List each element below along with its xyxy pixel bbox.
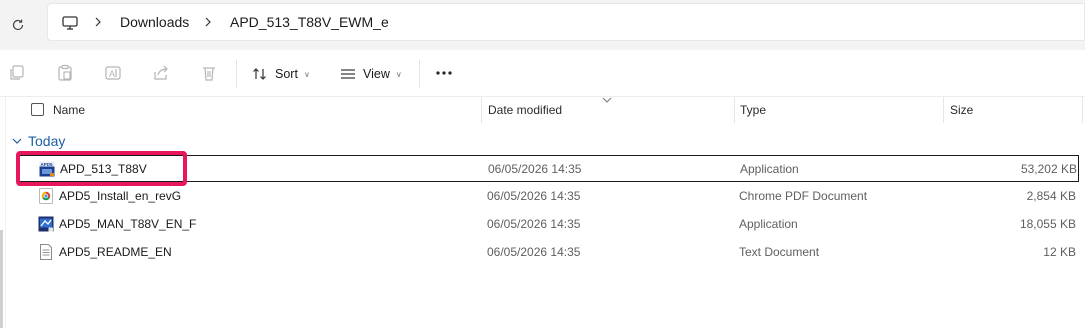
group-header-today[interactable]: Today xyxy=(11,130,65,152)
file-size: 12 KB xyxy=(1043,245,1076,259)
file-explorer-window: Downloads APD_513_T88V_EWM_e A Sort ∨ Vi… xyxy=(0,0,1085,328)
chrome-pdf-icon xyxy=(39,188,53,204)
command-toolbar: A Sort ∨ View ∨ xyxy=(0,50,1085,97)
file-type: Application xyxy=(740,162,799,176)
svg-text:A: A xyxy=(109,69,115,79)
share-icon[interactable] xyxy=(152,64,170,82)
pane-divider xyxy=(5,97,6,328)
sort-indicator-icon xyxy=(602,97,612,103)
select-all-checkbox[interactable] xyxy=(31,103,44,116)
file-date-modified: 06/05/2026 14:35 xyxy=(487,217,581,231)
file-row-apd5-install[interactable]: APD5_Install_en_revG 06/05/2026 14:35 Ch… xyxy=(16,183,1079,210)
file-size: 53,202 KB xyxy=(1020,162,1077,176)
address-row: Downloads APD_513_T88V_EWM_e xyxy=(0,0,1085,50)
highlight-annotation xyxy=(16,151,187,186)
text-document-icon xyxy=(40,244,52,260)
column-type[interactable]: Type xyxy=(740,97,766,123)
chevron-right-icon[interactable] xyxy=(91,15,105,29)
more-options-icon xyxy=(436,71,452,75)
this-pc-icon[interactable] xyxy=(61,14,79,32)
file-name: APD5_Install_en_revG xyxy=(59,189,182,203)
file-row-apd5-readme[interactable]: APD5_README_EN 06/05/2026 14:35 Text Doc… xyxy=(16,239,1079,266)
file-row-apd5-man[interactable]: APD5_MAN_T88V_EN_F 06/05/2026 14:35 Appl… xyxy=(16,211,1079,238)
address-bar[interactable]: Downloads APD_513_T88V_EWM_e xyxy=(47,3,1085,41)
sort-icon xyxy=(253,68,266,80)
file-size: 18,055 KB xyxy=(1019,217,1076,231)
sort-button[interactable]: Sort ∨ xyxy=(252,60,310,88)
breadcrumb-downloads[interactable]: Downloads xyxy=(120,4,189,40)
file-size: 2,854 KB xyxy=(1026,189,1076,203)
chevron-down-icon xyxy=(12,138,22,144)
paste-icon[interactable] xyxy=(56,64,74,82)
chevron-right-icon[interactable] xyxy=(201,15,215,29)
view-list-icon xyxy=(341,69,355,79)
column-divider[interactable] xyxy=(1082,97,1083,123)
sort-label: Sort xyxy=(275,67,298,81)
rename-icon[interactable]: A xyxy=(104,64,122,82)
chevron-down-icon: ∨ xyxy=(303,69,310,79)
file-name: APD5_README_EN xyxy=(59,245,172,259)
column-header: Name Date modified Type Size xyxy=(0,97,1085,123)
file-type: Chrome PDF Document xyxy=(739,189,868,203)
column-size[interactable]: Size xyxy=(950,97,973,123)
file-date-modified: 06/05/2026 14:35 xyxy=(487,245,581,259)
breadcrumb-current-folder[interactable]: APD_513_T88V_EWM_e xyxy=(230,4,389,40)
file-date-modified: 06/05/2026 14:35 xyxy=(487,189,581,203)
scrollbar[interactable] xyxy=(0,230,3,328)
file-name: APD5_MAN_T88V_EN_F xyxy=(59,217,197,231)
refresh-icon xyxy=(12,19,24,31)
file-date-modified: 06/05/2026 14:35 xyxy=(488,162,582,176)
file-type: Application xyxy=(739,217,798,231)
application-icon xyxy=(38,216,54,232)
toolbar-divider xyxy=(236,60,237,88)
delete-icon[interactable] xyxy=(200,64,218,82)
toolbar-divider xyxy=(419,60,420,88)
refresh-button[interactable] xyxy=(6,13,30,37)
column-divider[interactable] xyxy=(481,97,482,123)
more-options-button[interactable] xyxy=(433,62,455,84)
chevron-down-icon: ∨ xyxy=(395,69,402,79)
column-name[interactable]: Name xyxy=(53,97,85,123)
column-date-modified[interactable]: Date modified xyxy=(488,97,562,123)
group-label: Today xyxy=(28,133,66,149)
view-label: View xyxy=(363,67,390,81)
view-button[interactable]: View ∨ xyxy=(340,60,402,88)
copy-icon[interactable] xyxy=(8,64,26,82)
column-divider[interactable] xyxy=(734,97,735,123)
file-type: Text Document xyxy=(739,245,820,259)
column-divider[interactable] xyxy=(943,97,944,123)
